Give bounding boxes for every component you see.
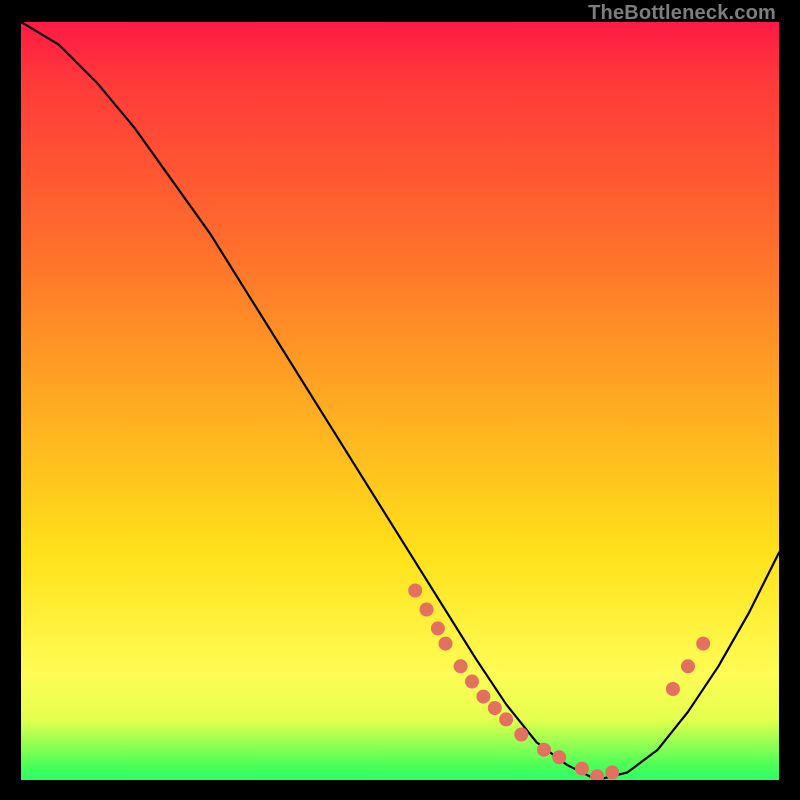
marker-point (681, 659, 695, 673)
marker-point (476, 690, 490, 704)
marker-point (499, 712, 513, 726)
marker-point (454, 659, 468, 673)
marker-point (552, 750, 566, 764)
marker-point (439, 637, 453, 651)
marker-point (590, 769, 604, 780)
marker-point (537, 743, 551, 757)
marker-point (696, 637, 710, 651)
marker-point (605, 765, 619, 779)
marker-point (408, 584, 422, 598)
marker-point (514, 728, 528, 742)
marker-point (488, 701, 502, 715)
chart-area (21, 22, 779, 780)
marker-point (465, 675, 479, 689)
marker-point (431, 621, 445, 635)
marker-point (666, 682, 680, 696)
bottleneck-curve (21, 22, 779, 780)
marker-point (575, 762, 589, 776)
chart-svg (21, 22, 779, 780)
marker-point (420, 603, 434, 617)
marker-group (408, 584, 710, 781)
